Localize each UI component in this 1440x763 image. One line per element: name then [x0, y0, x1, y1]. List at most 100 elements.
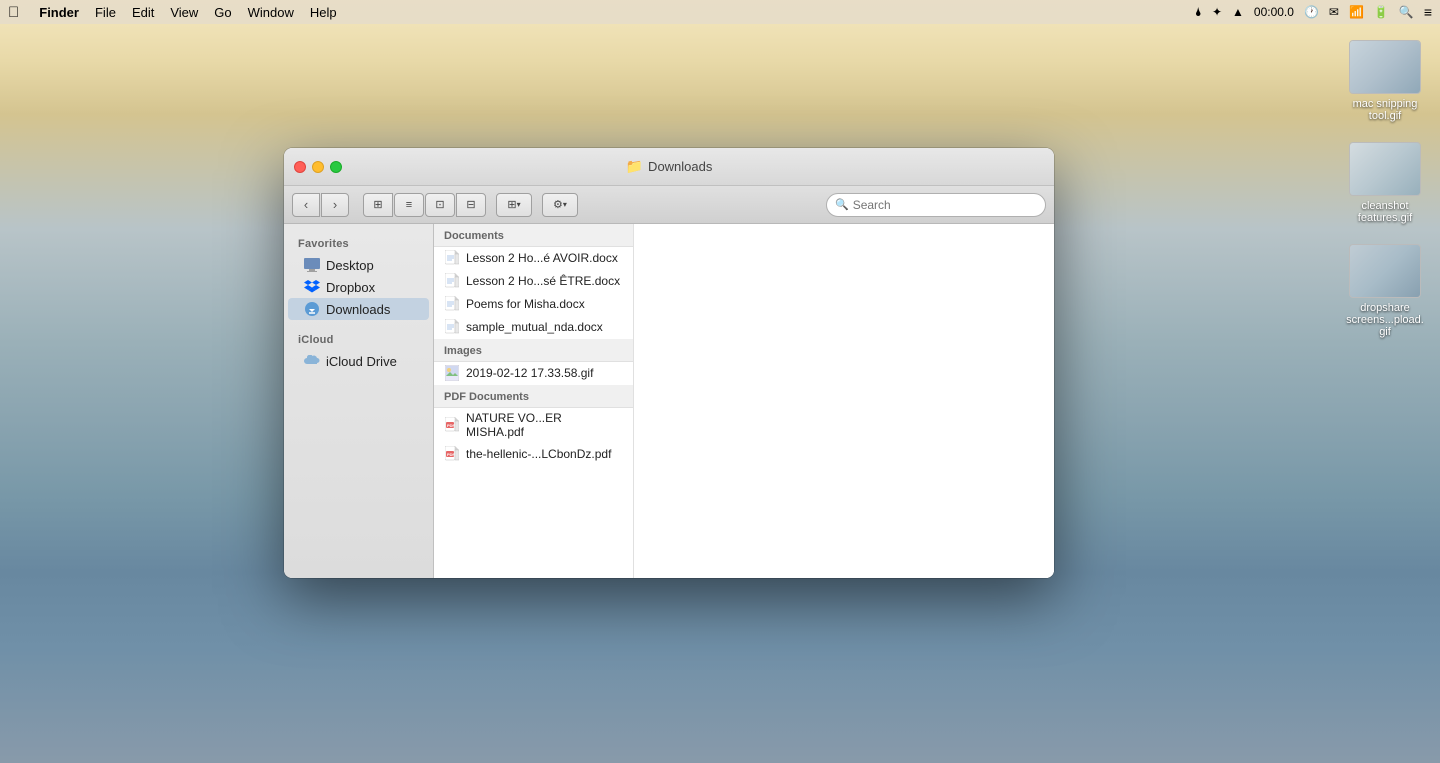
- desktop-file-label-1: mac snipping tool.gif: [1345, 98, 1425, 122]
- view-list-button[interactable]: ≡: [394, 193, 424, 217]
- toolbar: ‹ › ⊞ ≡ ⊡ ⊟ ⊞ ▾ ⚙ ▾: [284, 186, 1054, 224]
- sidebar-item-downloads-label: Downloads: [326, 302, 390, 317]
- group-sort-buttons: ⊞ ▾: [496, 193, 532, 217]
- downloads-icon: [304, 301, 320, 317]
- menubar-help[interactable]: Help: [310, 5, 337, 20]
- dropbox-menubar-icon: ✦: [1212, 5, 1222, 19]
- apple-menu[interactable]: : [8, 4, 19, 21]
- close-button[interactable]: [294, 161, 306, 173]
- menubar:  Finder File Edit View Go Window Help 🌢…: [0, 0, 1440, 24]
- icloud-drive-icon: [304, 353, 320, 369]
- sidebar-item-icloud-label: iCloud Drive: [326, 354, 397, 369]
- file-name-doc-2: Lesson 2 Ho...sé ÊTRE.docx: [466, 274, 620, 288]
- search-bar[interactable]: 🔍: [826, 193, 1046, 217]
- desktop-file-1[interactable]: mac snipping tool.gif: [1340, 40, 1430, 122]
- wifi-icon: 📶: [1349, 5, 1364, 19]
- svg-text:PDF: PDF: [447, 423, 456, 428]
- menubar-view[interactable]: View: [170, 5, 198, 20]
- file-item-doc-2[interactable]: Lesson 2 Ho...sé ÊTRE.docx: [434, 270, 633, 293]
- search-menubar-icon[interactable]: 🔍: [1399, 5, 1414, 19]
- notification-icon[interactable]: ≡: [1424, 4, 1432, 20]
- nav-buttons: ‹ ›: [292, 193, 349, 217]
- sidebar: Favorites Desktop: [284, 224, 434, 578]
- titlebar: 📁 Downloads: [284, 148, 1054, 186]
- desktop-file-3[interactable]: dropshare screens...pload.gif: [1340, 244, 1430, 338]
- action-buttons: ⚙ ▾: [542, 193, 578, 217]
- desktop-items: mac snipping tool.gif cleanshot features…: [1340, 40, 1430, 338]
- menubar-edit[interactable]: Edit: [132, 5, 154, 20]
- column-view-icon: ⊡: [435, 198, 444, 211]
- file-name-pdf-1: NATURE VO...ER MISHA.pdf: [466, 411, 623, 439]
- group-button[interactable]: ⊞ ▾: [496, 193, 532, 217]
- file-name-pdf-2: the-hellenic-...LCbonDz.pdf: [466, 447, 611, 461]
- docx-icon-2: [444, 273, 460, 289]
- folder-icon: 📁: [626, 158, 643, 175]
- forward-button[interactable]: ›: [321, 193, 349, 217]
- file-item-pdf-2[interactable]: PDF the-hellenic-...LCbonDz.pdf: [434, 443, 633, 466]
- search-icon: 🔍: [835, 198, 849, 211]
- desktop-file-label-2: cleanshot features.gif: [1345, 200, 1425, 224]
- sidebar-item-desktop[interactable]: Desktop: [288, 254, 429, 276]
- file-item-doc-1[interactable]: Lesson 2 Ho...é AVOIR.docx: [434, 247, 633, 270]
- file-name-doc-1: Lesson 2 Ho...é AVOIR.docx: [466, 251, 618, 265]
- svg-text:PDF: PDF: [447, 452, 456, 457]
- preview-pane: [634, 224, 1054, 578]
- minimize-button[interactable]: [312, 161, 324, 173]
- images-header: Images: [434, 339, 633, 362]
- gear-button[interactable]: ⚙ ▾: [542, 193, 578, 217]
- file-item-img-1[interactable]: 2019-02-12 17.33.58.gif: [434, 362, 633, 385]
- battery-icon: 🔋: [1374, 5, 1389, 19]
- documents-header: Documents: [434, 224, 633, 247]
- file-name-doc-4: sample_mutual_nda.docx: [466, 320, 603, 334]
- sidebar-item-downloads[interactable]: Downloads: [288, 298, 429, 320]
- file-name-img-1: 2019-02-12 17.33.58.gif: [466, 366, 593, 380]
- icloud-label: iCloud: [284, 330, 433, 350]
- file-item-pdf-1[interactable]: PDF NATURE VO...ER MISHA.pdf: [434, 408, 633, 443]
- dropshare-icon: ▲: [1232, 5, 1244, 19]
- icon-view-icon: ⊞: [373, 198, 382, 211]
- docx-icon-4: [444, 319, 460, 335]
- view-cover-button[interactable]: ⊟: [456, 193, 486, 217]
- view-column-button[interactable]: ⊡: [425, 193, 455, 217]
- group-dropdown-icon: ▾: [517, 200, 521, 209]
- menubar-file[interactable]: File: [95, 5, 116, 20]
- maximize-button[interactable]: [330, 161, 342, 173]
- gif-icon-1: [444, 365, 460, 381]
- file-item-doc-3[interactable]: Poems for Misha.docx: [434, 293, 633, 316]
- search-input[interactable]: [853, 198, 1037, 212]
- droplet-icon: 🌢: [1195, 5, 1202, 20]
- desktop-file-2[interactable]: cleanshot features.gif: [1340, 142, 1430, 224]
- message-icon: ✉: [1329, 5, 1339, 19]
- pdf-icon-1: PDF: [444, 417, 460, 433]
- menubar-right: 🌢 ✦ ▲ 00:00.0 🕐 ✉ 📶 🔋 🔍 ≡: [1195, 4, 1432, 20]
- traffic-lights: [294, 161, 342, 173]
- view-icon-button[interactable]: ⊞: [363, 193, 393, 217]
- pdf-icon-2: PDF: [444, 446, 460, 462]
- desktop-thumb-3: [1349, 244, 1421, 298]
- titlebar-title: 📁 Downloads: [626, 158, 713, 175]
- group-icon: ⊞: [507, 198, 516, 211]
- file-item-doc-4[interactable]: sample_mutual_nda.docx: [434, 316, 633, 339]
- cover-view-icon: ⊟: [466, 198, 475, 211]
- menubar-finder[interactable]: Finder: [39, 5, 79, 20]
- sidebar-item-icloud-drive[interactable]: iCloud Drive: [288, 350, 429, 372]
- docx-icon-1: [444, 250, 460, 266]
- docx-icon-3: [444, 296, 460, 312]
- clock-icon: 🕐: [1304, 5, 1319, 19]
- sidebar-item-dropbox[interactable]: Dropbox: [288, 276, 429, 298]
- desktop-thumb-1: [1349, 40, 1421, 94]
- menubar-window[interactable]: Window: [248, 5, 294, 20]
- window-title: Downloads: [648, 159, 712, 174]
- gear-dropdown-icon: ▾: [563, 200, 567, 209]
- file-area: Documents Lesson 2 Ho...é AVOIR.docx: [434, 224, 1054, 578]
- gear-icon: ⚙: [553, 198, 563, 211]
- dropbox-icon: [304, 279, 320, 295]
- pdf-header: PDF Documents: [434, 385, 633, 408]
- favorites-label: Favorites: [284, 234, 433, 254]
- menubar-go[interactable]: Go: [214, 5, 231, 20]
- file-column: Documents Lesson 2 Ho...é AVOIR.docx: [434, 224, 634, 578]
- finder-window: 📁 Downloads ‹ › ⊞ ≡ ⊡ ⊟ ⊞ ▾: [284, 148, 1054, 578]
- menubar-left:  Finder File Edit View Go Window Help: [8, 4, 337, 21]
- back-button[interactable]: ‹: [292, 193, 320, 217]
- file-name-doc-3: Poems for Misha.docx: [466, 297, 585, 311]
